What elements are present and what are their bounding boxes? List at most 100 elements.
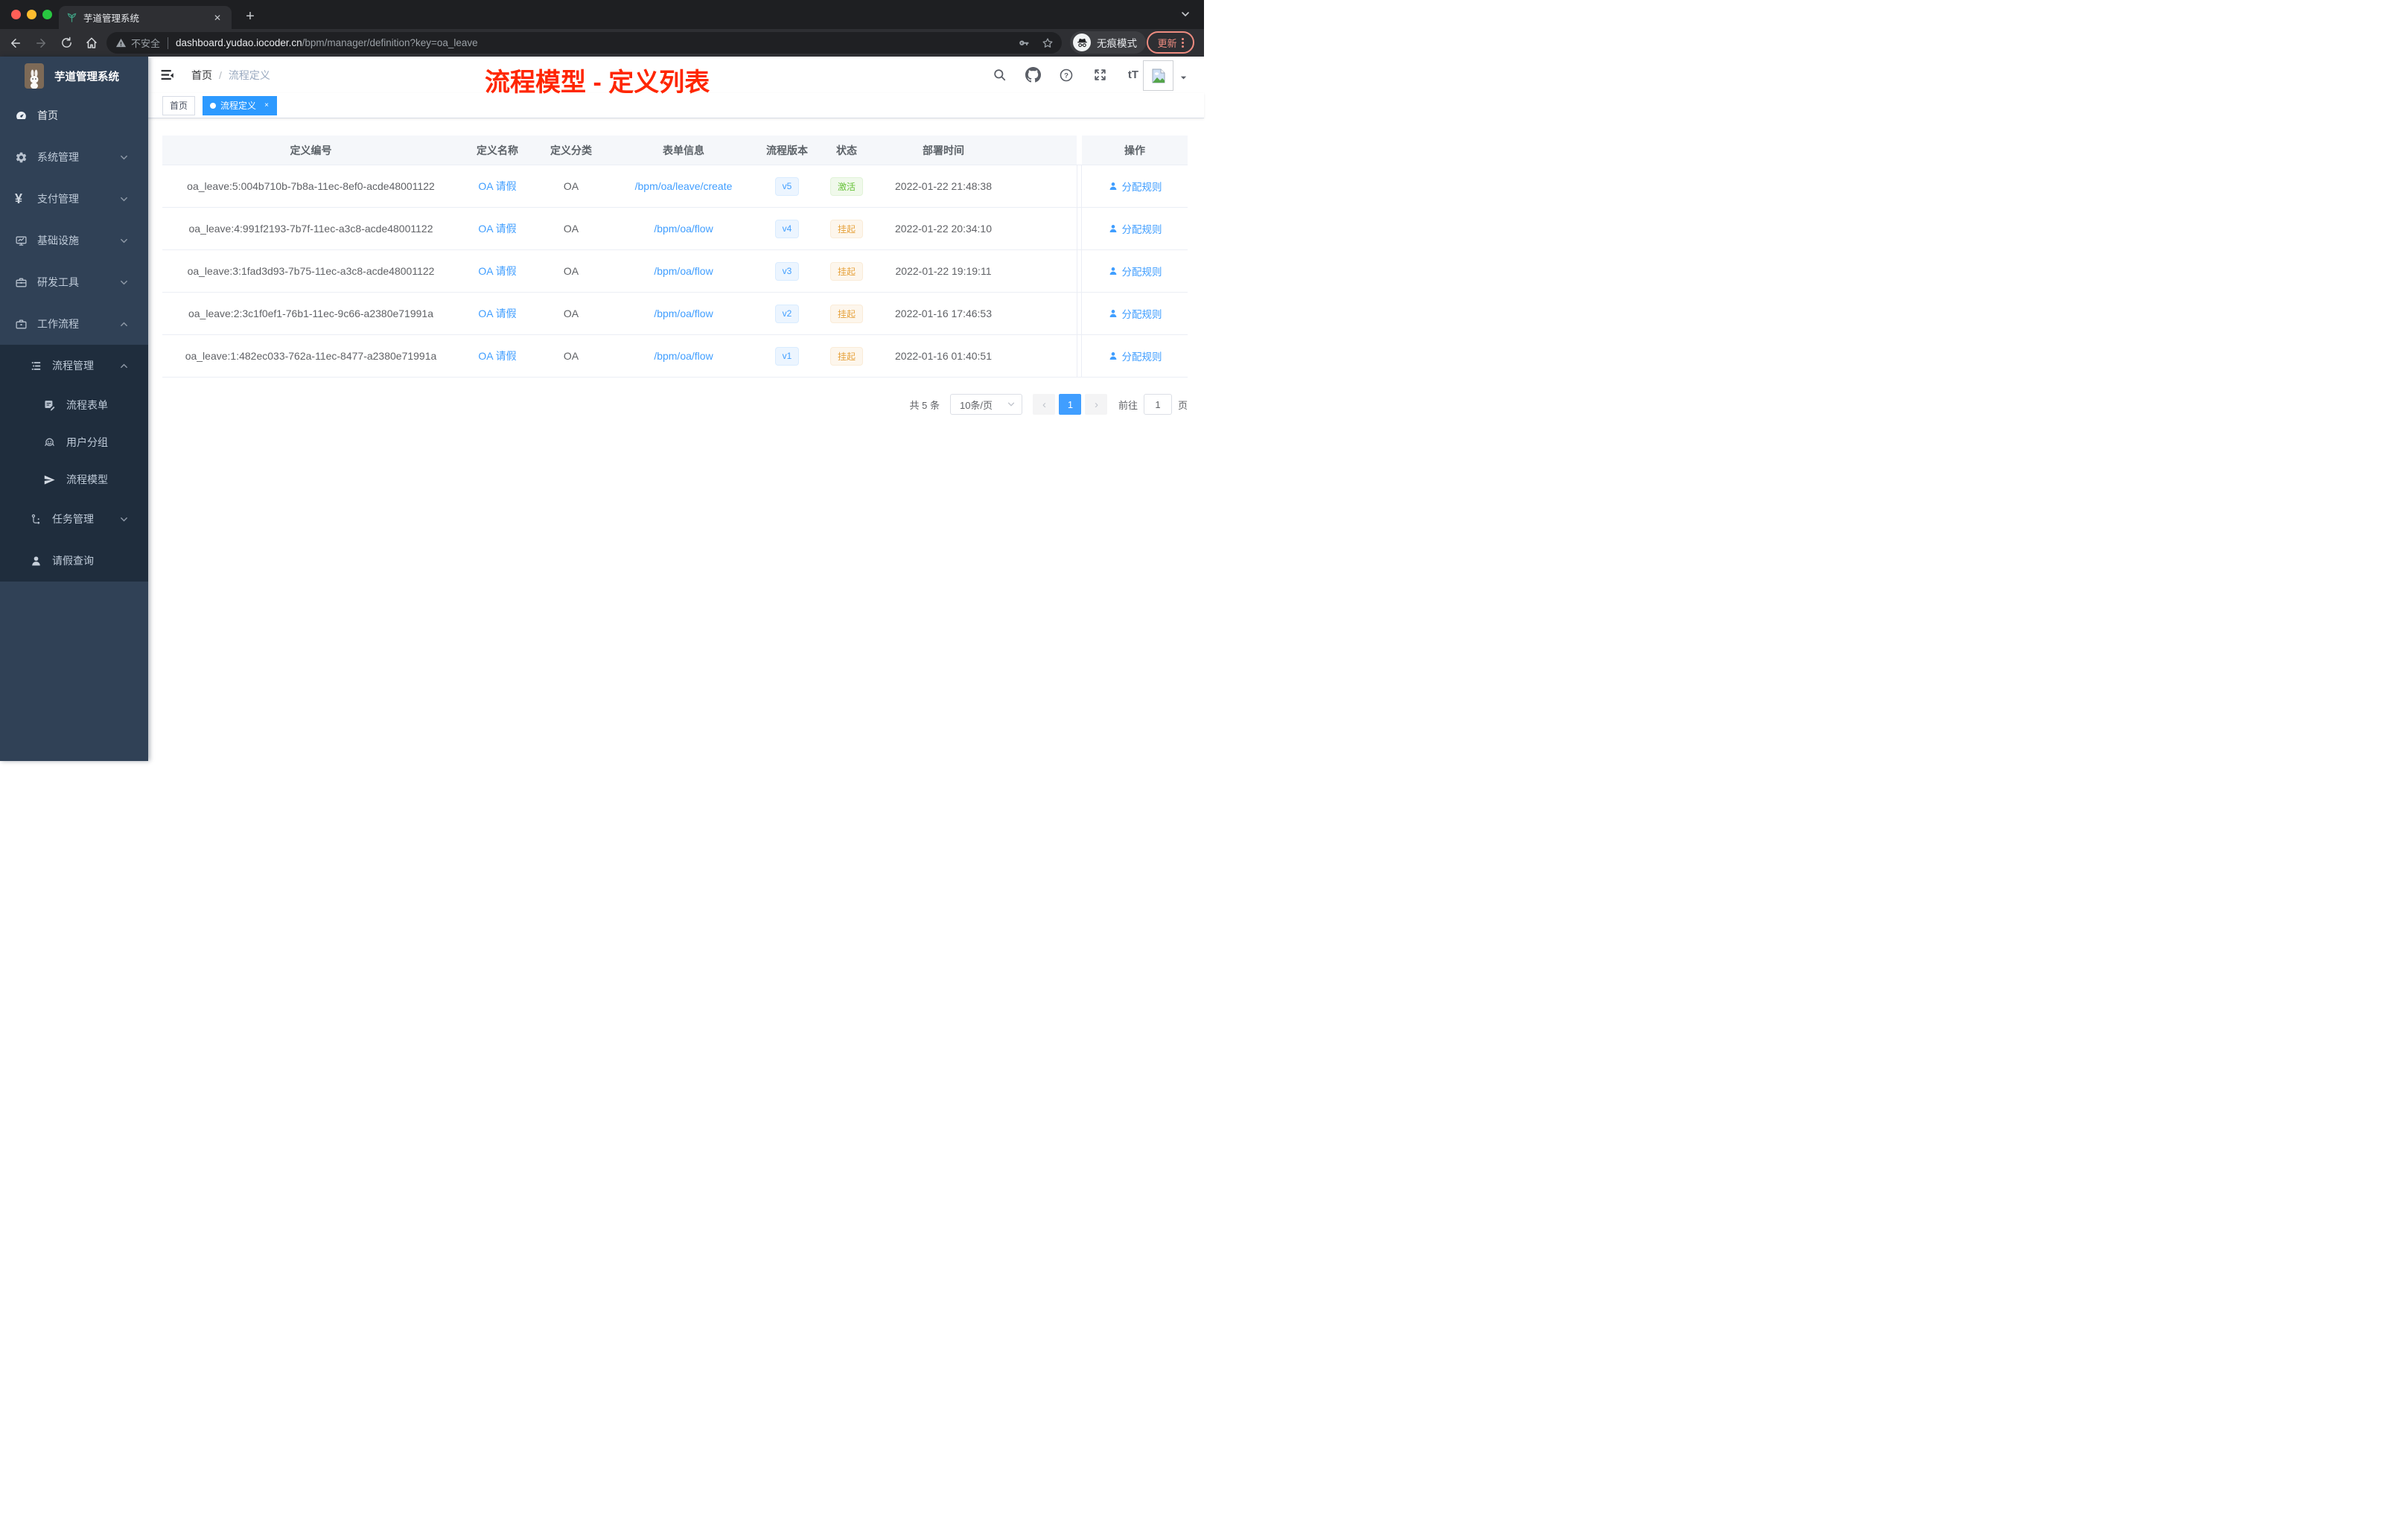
form-link[interactable]: /bpm/oa/leave/create: [635, 180, 733, 192]
person-icon: [1109, 225, 1116, 232]
chevron-down-icon: [119, 194, 129, 204]
breadcrumb-home[interactable]: 首页: [191, 68, 212, 83]
main-area: 首页 / 流程定义 ? tT 流程模型 - 定义列表 首页 流程定义 × 定义编…: [148, 57, 1204, 761]
app-header: 首页 / 流程定义 ? tT 流程模型 - 定义列表: [148, 57, 1204, 97]
form-link[interactable]: /bpm/oa/flow: [654, 223, 713, 235]
prev-page-button[interactable]: ‹: [1033, 394, 1056, 415]
col-header-status: 状态: [814, 136, 879, 165]
col-header-name: 定义名称: [459, 136, 535, 165]
reload-icon[interactable]: [57, 34, 76, 53]
tag-process-definition[interactable]: 流程定义 ×: [203, 95, 278, 115]
tag-close-icon[interactable]: ×: [261, 101, 272, 111]
browser-update-menu-button[interactable]: 更新: [1147, 31, 1194, 54]
sidebar-item-system[interactable]: 系统管理: [0, 136, 148, 178]
home-icon[interactable]: [82, 34, 101, 53]
forward-icon[interactable]: [31, 34, 51, 53]
browser-toolbar: 不安全 dashboard.yudao.iocoder.cn/bpm/manag…: [0, 29, 1204, 57]
tab-search-chevron-icon[interactable]: [1180, 9, 1191, 19]
col-header-deploy-time: 部署时间: [879, 136, 1007, 165]
favicon-plant-icon: [67, 13, 77, 22]
sidebar-item-process-management[interactable]: 流程管理: [0, 345, 148, 386]
definition-category: OA: [563, 350, 579, 362]
definition-name-link[interactable]: OA 请假: [478, 179, 516, 194]
new-tab-button[interactable]: +: [240, 7, 261, 28]
sidebar-item-leave-query[interactable]: 请假查询: [0, 540, 148, 582]
tag-home[interactable]: 首页: [162, 95, 196, 115]
page-size-select[interactable]: 10条/页: [949, 394, 1022, 415]
col-header-id: 定义编号: [162, 136, 459, 165]
definition-name-link[interactable]: OA 请假: [478, 264, 516, 278]
sidebar-item-workflow[interactable]: 工作流程: [0, 303, 148, 345]
goto-label: 前往: [1118, 399, 1138, 411]
tab-strip: 芋道管理系统 ✕ +: [0, 0, 1204, 29]
star-bookmark-icon[interactable]: [1041, 36, 1054, 50]
current-page-button[interactable]: 1: [1059, 394, 1082, 415]
sidebar-item-home[interactable]: 首页: [0, 95, 148, 136]
form-link[interactable]: /bpm/oa/flow: [654, 308, 713, 319]
window-controls[interactable]: [11, 10, 52, 19]
sidebar-item-user-group[interactable]: 用户分组: [0, 424, 148, 461]
sidebar-item-process-model[interactable]: 流程模型: [0, 461, 148, 498]
next-page-button[interactable]: ›: [1085, 394, 1108, 415]
pagination: 共 5 条 10条/页 ‹ 1 › 前往 页: [148, 394, 1188, 415]
status-badge: 激活: [829, 176, 863, 196]
maximize-window-button[interactable]: [42, 10, 52, 19]
browser-tab[interactable]: 芋道管理系统 ✕: [59, 6, 232, 29]
annotation-title: 流程模型 - 定义列表: [485, 69, 710, 97]
fullscreen-icon[interactable]: [1089, 64, 1111, 86]
github-icon[interactable]: [1022, 64, 1044, 86]
person-icon: [30, 555, 42, 567]
sidebar-item-task-management[interactable]: 任务管理: [0, 498, 148, 540]
dashboard-icon: [15, 109, 28, 122]
version-tag: v5: [774, 176, 800, 196]
definition-id: oa_leave:3:1fad3d93-7b75-11ec-a3c8-acde4…: [187, 265, 435, 277]
definition-name-link[interactable]: OA 请假: [478, 306, 516, 321]
definition-name-link[interactable]: OA 请假: [478, 348, 516, 363]
font-size-icon[interactable]: tT: [1122, 64, 1144, 86]
chevron-down-icon: [119, 236, 129, 246]
sidebar-item-process-form[interactable]: 流程表单: [0, 386, 148, 424]
chevron-down-icon: [1007, 402, 1015, 407]
tab-close-icon[interactable]: ✕: [211, 11, 224, 25]
assign-rule-link[interactable]: 分配规则: [1108, 179, 1162, 194]
form-link[interactable]: /bpm/oa/flow: [654, 265, 713, 277]
yen-icon: ¥: [15, 191, 23, 206]
avatar-broken-image-icon[interactable]: [1143, 60, 1173, 91]
key-icon[interactable]: [1017, 36, 1031, 50]
avatar-dropdown-caret-icon[interactable]: [1179, 74, 1188, 82]
toolbox-icon: [15, 276, 28, 289]
assign-rule-link[interactable]: 分配规则: [1108, 306, 1162, 321]
url-path: /bpm/manager/definition?key=oa_leave: [302, 37, 478, 48]
sidebar-item-dev-tools[interactable]: 研发工具: [0, 261, 148, 303]
assign-rule-link[interactable]: 分配规则: [1108, 348, 1162, 363]
assign-rule-link[interactable]: 分配规则: [1108, 221, 1162, 236]
update-label: 更新: [1157, 37, 1177, 49]
deploy-time: 2022-01-22 19:19:11: [895, 265, 992, 277]
back-icon[interactable]: [6, 34, 25, 53]
gear-icon: [15, 151, 28, 164]
form-link[interactable]: /bpm/oa/flow: [654, 350, 713, 362]
minimize-window-button[interactable]: [27, 10, 36, 19]
sidebar-item-infrastructure[interactable]: 基础设施: [0, 220, 148, 261]
definition-name-link[interactable]: OA 请假: [478, 221, 516, 236]
pagination-total: 共 5 条: [909, 399, 940, 411]
version-tag: v2: [774, 304, 800, 323]
deploy-time: 2022-01-22 20:34:10: [895, 223, 992, 235]
version-tag: v1: [774, 346, 800, 366]
person-icon: [1109, 352, 1116, 360]
status-badge: 挂起: [829, 346, 863, 366]
url-bar[interactable]: 不安全 dashboard.yudao.iocoder.cn/bpm/manag…: [106, 32, 1062, 54]
assign-rule-link[interactable]: 分配规则: [1108, 264, 1162, 278]
status-badge: 挂起: [829, 304, 863, 323]
search-icon[interactable]: [988, 64, 1010, 86]
goto-page-input[interactable]: [1143, 394, 1172, 415]
hamburger-collapse-icon[interactable]: [159, 67, 175, 83]
workflow-submenu: 流程管理 流程表单 用户分组 流程模型 任务管理 请假查询: [0, 345, 148, 582]
definition-category: OA: [563, 308, 579, 319]
list-tree-icon: [30, 360, 42, 372]
question-help-icon[interactable]: ?: [1055, 64, 1077, 86]
close-window-button[interactable]: [11, 10, 21, 19]
sidebar-logo[interactable]: 芋道管理系统: [0, 57, 148, 95]
table-row: oa_leave:2:3c1f0ef1-76b1-11ec-9c66-a2380…: [162, 293, 1188, 335]
sidebar-item-payment[interactable]: ¥ 支付管理: [0, 178, 148, 220]
